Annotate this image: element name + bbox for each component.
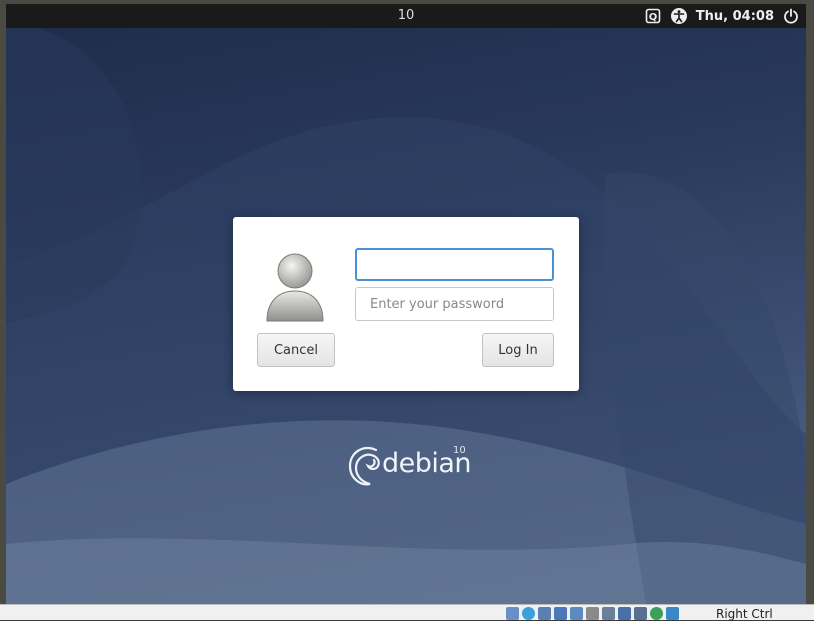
hdd-icon[interactable] — [506, 607, 519, 620]
username-input[interactable] — [355, 248, 554, 281]
shared-folder-icon[interactable] — [586, 607, 599, 620]
svg-text:Q: Q — [649, 12, 658, 23]
clock[interactable]: Thu, 04:08 — [696, 9, 774, 24]
debian-version: 10 — [453, 445, 466, 456]
power-icon[interactable] — [782, 7, 800, 25]
vm-window-frame: 10 Q Thu, 04:08 Cancel Log In debian 10 … — [0, 0, 814, 621]
login-dialog: Cancel Log In — [233, 217, 579, 391]
vm-screen: 10 Q Thu, 04:08 Cancel Log In debian 10 — [6, 4, 806, 604]
system-tray: Q Thu, 04:08 — [644, 6, 800, 26]
display-icon[interactable] — [602, 607, 615, 620]
optical-drive-icon[interactable] — [522, 607, 535, 620]
cpu-icon[interactable] — [634, 607, 647, 620]
host-key-label: Right Ctrl — [716, 607, 773, 621]
host-status-bar: Right Ctrl — [0, 604, 814, 621]
network-icon[interactable] — [554, 607, 567, 620]
accessibility-icon[interactable] — [670, 7, 688, 25]
recording-icon[interactable] — [618, 607, 631, 620]
cancel-button[interactable]: Cancel — [257, 333, 335, 367]
keyboard-icon[interactable] — [666, 607, 679, 620]
login-button[interactable]: Log In — [482, 333, 554, 367]
top-bar: 10 Q Thu, 04:08 — [6, 4, 806, 28]
workspace-label: 10 — [397, 8, 415, 23]
audio-icon[interactable] — [538, 607, 551, 620]
mouse-integration-icon[interactable] — [650, 607, 663, 620]
host-status-icons — [506, 607, 679, 620]
user-avatar-icon — [263, 247, 327, 323]
password-input[interactable] — [355, 287, 554, 321]
debian-logo: debian 10 — [346, 440, 476, 490]
input-method-icon[interactable]: Q — [644, 7, 662, 25]
usb-icon[interactable] — [570, 607, 583, 620]
